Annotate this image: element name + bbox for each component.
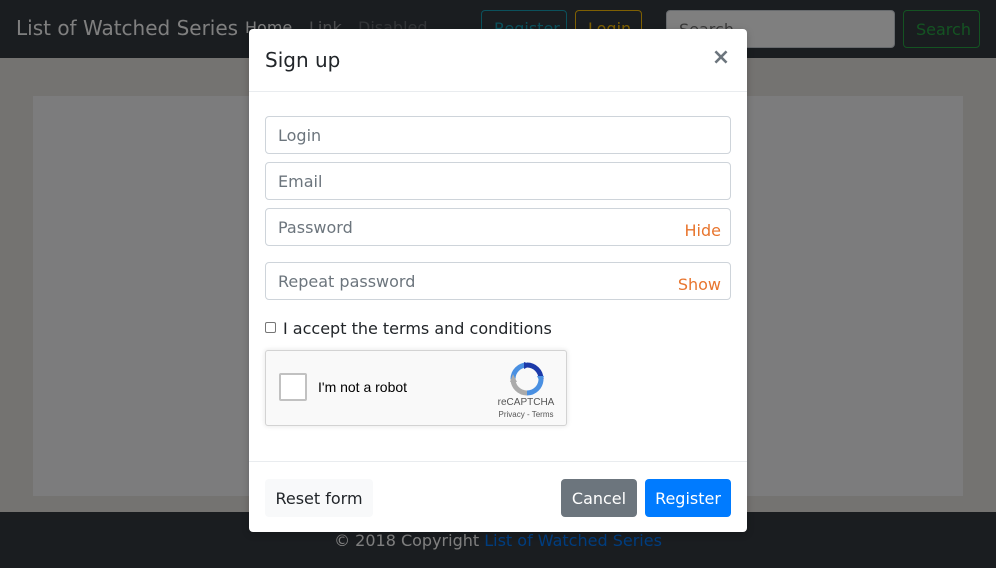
modal-footer: Reset form Cancel Register <box>249 461 747 533</box>
recaptcha-checkbox[interactable] <box>279 373 307 401</box>
repeat-password-field[interactable] <box>265 262 731 300</box>
recaptcha-label: I'm not a robot <box>318 379 408 395</box>
terms-checkbox[interactable] <box>265 322 276 333</box>
recaptcha-widget: I'm not a robot reCAPTCHA Privacy - Term… <box>265 350 567 426</box>
register-button[interactable]: Register <box>645 479 731 517</box>
close-icon[interactable]: × <box>709 43 733 73</box>
modal-header: Sign up × <box>249 29 747 92</box>
repeat-password-show-toggle[interactable]: Show <box>678 275 721 294</box>
terms-label[interactable]: I accept the terms and conditions <box>283 319 552 338</box>
recaptcha-privacy-link[interactable]: Privacy <box>499 410 525 419</box>
password-hide-toggle[interactable]: Hide <box>685 221 721 240</box>
recaptcha-links: Privacy - Terms <box>491 410 561 419</box>
recaptcha-separator: - <box>524 410 532 419</box>
modal-title: Sign up <box>265 48 341 72</box>
cancel-button[interactable]: Cancel <box>561 479 637 517</box>
email-field[interactable] <box>265 162 731 200</box>
signup-modal: Sign up × Hide Show I accept the terms a… <box>249 29 747 532</box>
recaptcha-brand: reCAPTCHA <box>497 397 555 408</box>
reset-form-button[interactable]: Reset form <box>265 479 373 517</box>
recaptcha-logo-icon <box>510 362 544 396</box>
recaptcha-terms-link[interactable]: Terms <box>532 410 554 419</box>
password-field[interactable] <box>265 208 731 246</box>
login-field[interactable] <box>265 116 731 154</box>
